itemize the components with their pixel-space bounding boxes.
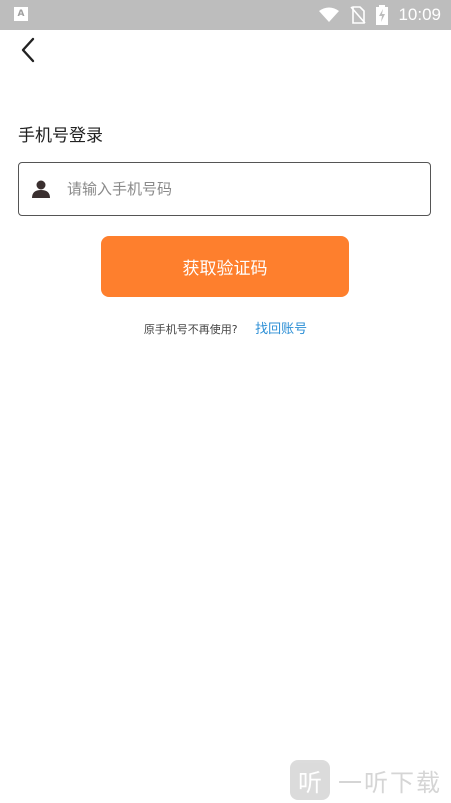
phone-field[interactable] — [18, 162, 431, 216]
watermark: 听 一听下载 — [290, 758, 442, 802]
user-icon — [31, 179, 51, 199]
watermark-text: 一听下载 — [338, 768, 442, 797]
battery-charging-icon — [376, 5, 389, 25]
back-button[interactable] — [14, 36, 42, 64]
help-text: 原手机号不再使用? — [143, 323, 238, 336]
help-row: 原手机号不再使用? 找回账号 — [0, 318, 451, 337]
status-bar: A 10:09 — [0, 0, 451, 30]
get-code-button[interactable]: 获取验证码 — [101, 236, 349, 297]
status-indicators: 10:09 — [318, 0, 441, 30]
chevron-left-icon — [21, 37, 35, 63]
app-notification-icon: A — [14, 7, 28, 21]
no-sim-icon — [350, 6, 367, 24]
recover-account-link[interactable]: 找回账号 — [255, 322, 307, 337]
wifi-icon — [319, 7, 340, 22]
phone-input[interactable] — [65, 179, 399, 199]
status-time: 10:09 — [398, 5, 441, 24]
watermark-logo: 听 — [290, 760, 330, 800]
page-title: 手机号登录 — [18, 126, 103, 146]
